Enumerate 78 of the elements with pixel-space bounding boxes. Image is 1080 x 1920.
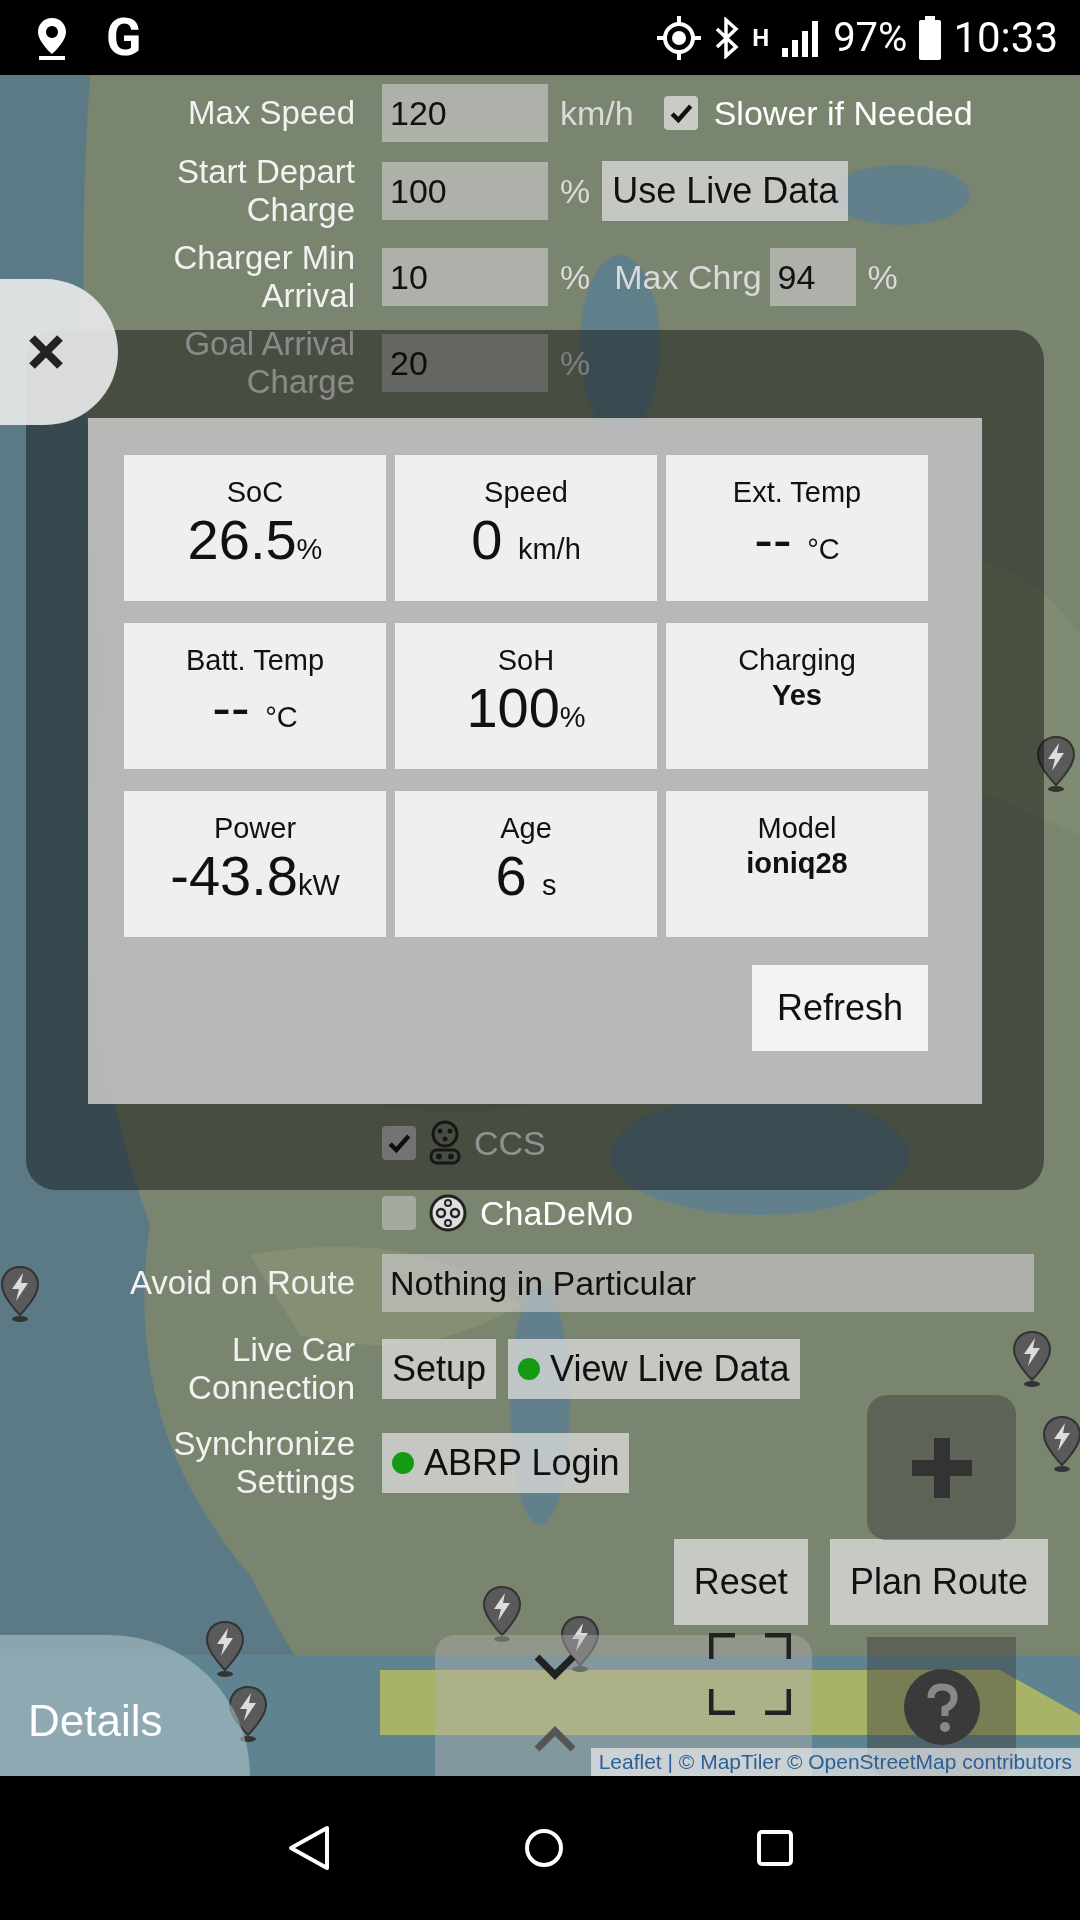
checkbox[interactable] [382, 1126, 416, 1160]
tile-label: Model [757, 811, 837, 845]
charger-pin-icon[interactable] [1042, 1415, 1080, 1473]
clock: 10:33 [953, 13, 1058, 62]
tile-value: 26.5% [187, 509, 323, 573]
option-label: Slower if Needed [713, 93, 973, 133]
tile-value: -- °C [754, 509, 840, 573]
network-type: H [752, 25, 770, 50]
tile-value: 0 km/h [471, 509, 581, 573]
live-data-button[interactable]: View Live Data [508, 1339, 800, 1399]
unit-label: % [560, 343, 591, 383]
field-label: Synchronize Settings [172, 1425, 355, 1501]
gps-icon [656, 14, 703, 61]
option-label: ChaDeMo [480, 1193, 634, 1233]
action-button[interactable]: Plan Route [829, 1539, 1048, 1625]
option-label: CCS [474, 1123, 546, 1163]
field-label: Max Speed [188, 94, 355, 132]
field-label: Live Car Connection [187, 1331, 355, 1407]
charger-pin-icon[interactable] [560, 1615, 600, 1673]
field-label: Goal Arrival Charge [183, 325, 355, 401]
plug-icon [428, 1193, 468, 1233]
charger-pin-icon[interactable] [482, 1585, 522, 1643]
unit-label: % [560, 257, 591, 297]
tile-value: Yes [772, 678, 822, 713]
home-icon[interactable] [524, 1828, 564, 1868]
field-label: Avoid on Route [129, 1264, 355, 1302]
tile-label: Ext. Temp [732, 475, 862, 509]
checkbox[interactable] [663, 96, 698, 130]
use-live-data-button[interactable]: Use Live Data [602, 161, 849, 221]
app-label: G [106, 7, 142, 68]
tile-value: 100% [466, 677, 586, 741]
unit-label: % [867, 257, 898, 297]
tile-label: Power [213, 811, 297, 845]
input-field[interactable]: 100 [382, 162, 548, 220]
charger-pin-icon[interactable] [1036, 735, 1076, 793]
unit-label: km/h [560, 93, 634, 133]
charger-pin-icon[interactable] [228, 1685, 268, 1743]
help-icon [901, 1666, 982, 1747]
tile-label: Charging [738, 643, 856, 677]
close-icon [28, 334, 64, 370]
checkbox[interactable] [382, 1196, 416, 1230]
tile-label: SoH [497, 643, 555, 677]
tile-label: Age [500, 811, 552, 845]
input-field[interactable]: 10 [382, 248, 548, 306]
tile-label: Batt. Temp [185, 643, 325, 677]
tile-value: ioniq28 [746, 846, 848, 881]
charger-pin-icon[interactable] [0, 1265, 40, 1323]
tile-label: SoC [226, 475, 284, 509]
chevron-down-icon[interactable] [533, 1653, 577, 1681]
plus-icon [911, 1437, 972, 1498]
tile-value: -43.8kW [170, 845, 340, 909]
back-icon[interactable] [286, 1824, 331, 1872]
action-button[interactable]: Reset [673, 1539, 808, 1625]
recents-icon[interactable] [757, 1830, 794, 1866]
fullscreen-icon[interactable] [709, 1633, 791, 1715]
field-label: Max Chrg [614, 257, 762, 297]
unit-label: % [560, 171, 591, 211]
field-label: Start Depart Charge [176, 153, 355, 229]
chevron-up-icon[interactable] [533, 1725, 577, 1753]
battery-level: 97% [833, 14, 908, 61]
login-button[interactable]: ABRP Login [382, 1433, 630, 1493]
live-data-button[interactable]: Setup [382, 1339, 497, 1399]
tile-value: 6 s [495, 845, 557, 909]
map-attribution: Leaflet | © MapTiler © OpenStreetMap contributors [590, 1748, 1080, 1776]
plug-icon [428, 1120, 462, 1166]
charger-pin-icon[interactable] [205, 1620, 245, 1678]
zoom-in-button[interactable] [867, 1395, 1016, 1540]
field-label: Charger Min Arrival [172, 239, 355, 315]
tile-value: -- °C [212, 677, 298, 741]
location-pin-icon [36, 15, 68, 60]
battery-icon [919, 15, 942, 60]
bluetooth-icon [714, 16, 741, 59]
tile-label: Speed [484, 475, 568, 509]
charger-pin-icon[interactable] [1012, 1330, 1052, 1388]
dropdown[interactable]: Nothing in Particular [382, 1254, 1034, 1312]
refresh-button[interactable]: Refresh [752, 965, 928, 1051]
input-field[interactable]: 94 [769, 248, 856, 306]
input-field[interactable]: 120 [382, 84, 548, 142]
